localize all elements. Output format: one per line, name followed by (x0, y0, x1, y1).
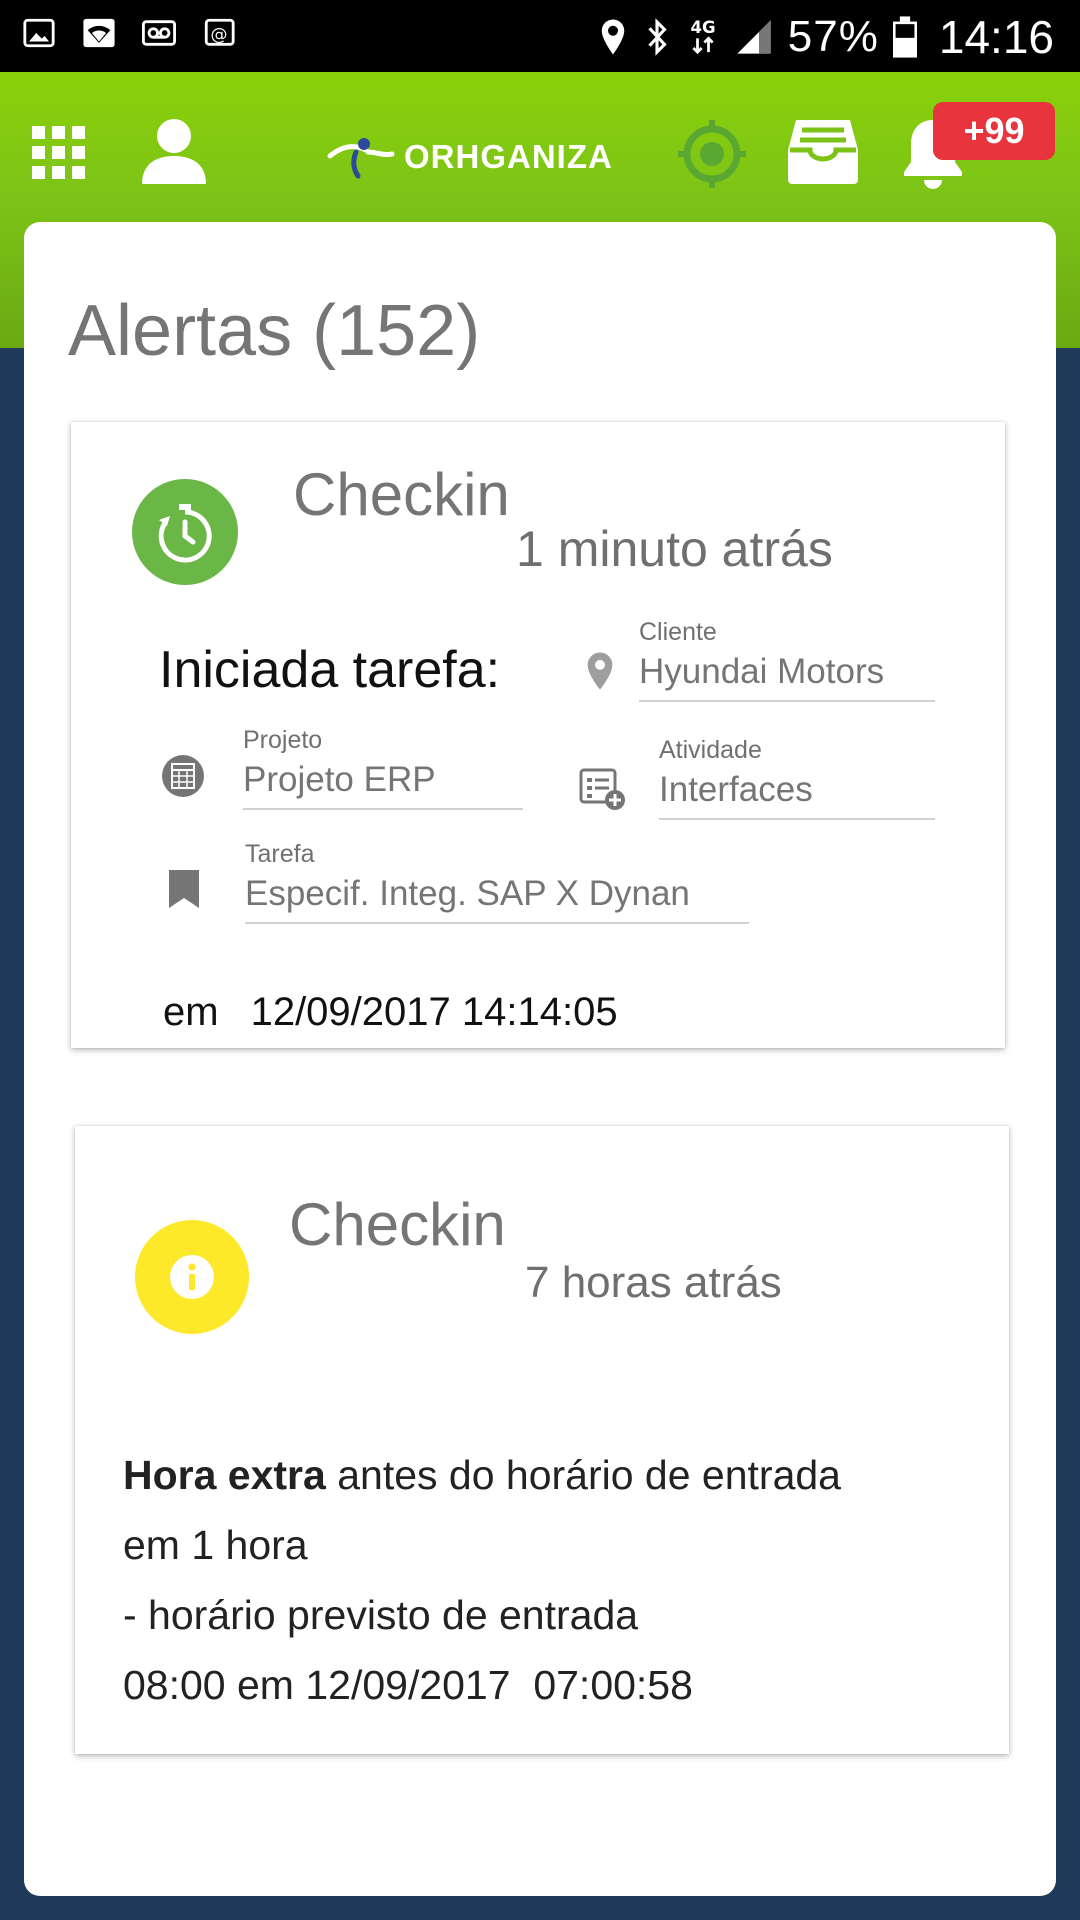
alert-card[interactable]: Checkin 1 minuto atrás Iniciada tarefa: … (71, 422, 1005, 1048)
atividade-label: Atividade (659, 736, 762, 764)
alert-message-line4: 08:00 em 12/09/2017 07:00:58 (123, 1662, 693, 1708)
alert-type: Checkin (289, 1191, 506, 1258)
tarefa-label: Tarefa (245, 840, 315, 868)
user-profile-icon[interactable] (140, 118, 208, 184)
em-label: em (163, 990, 219, 1034)
logo-mark-icon (327, 138, 395, 179)
alert-type: Checkin (293, 461, 510, 528)
alert-message-rest: antes do horário de entrada (325, 1452, 841, 1498)
svg-text:@: @ (211, 25, 228, 45)
network-4g-icon: 4G (690, 18, 715, 55)
info-icon (170, 1255, 214, 1299)
projeto-value: Projeto ERP (243, 760, 436, 799)
projeto-label: Projeto (243, 726, 323, 754)
alert-message-line: Hora extra antes do horário de entrada (123, 1440, 963, 1510)
alert-message-line3: - horário previsto de entrada (123, 1592, 639, 1638)
apps-grid-icon[interactable] (30, 124, 88, 182)
atividade-field: Atividade Interfaces (659, 736, 935, 820)
projeto-field: Projeto Projeto ERP (243, 726, 523, 810)
logo: ORHGANIZA (326, 134, 613, 180)
notification-badge[interactable]: +99 (933, 102, 1055, 160)
battery-icon (892, 16, 917, 58)
alert-message-bold: Hora extra (123, 1452, 326, 1498)
battery-percent: 57% (787, 12, 879, 61)
image-icon (23, 18, 55, 48)
wifi-icon (83, 18, 115, 48)
svg-text:4G: 4G (690, 18, 715, 37)
target-icon[interactable] (676, 118, 748, 190)
calculator-icon (162, 755, 204, 797)
logo-text: ORHGANIZA (404, 138, 613, 175)
alert-status-badge (135, 1220, 249, 1334)
alert-datetime-row: em 12/09/2017 14:14:05 (163, 990, 618, 1035)
alert-message-line2: em 1 hora (123, 1522, 308, 1568)
voicemail-icon (142, 20, 176, 46)
status-bar: @ 4G 57% 14:16 (0, 0, 1080, 72)
cast-icon: @ (204, 18, 235, 46)
tarefa-value: Especif. Integ. SAP X Dynan (245, 874, 690, 913)
signal-icon (737, 20, 771, 54)
location-pin-icon (587, 652, 613, 690)
alert-time-ago: 1 minuto atrás (516, 521, 833, 577)
stopwatch-icon (158, 504, 212, 563)
alert-datetime: 12/09/2017 14:14:05 (250, 990, 618, 1034)
page-title: Alertas (152) (68, 291, 481, 371)
alert-lead-text: Iniciada tarefa: (159, 641, 501, 699)
location-icon (601, 19, 625, 55)
tarefa-field: Tarefa Especif. Integ. SAP X Dynan (245, 840, 749, 924)
bookmark-icon (169, 870, 199, 908)
alerts-panel: Alertas (152) Checkin 1 minuto atrás Ini… (24, 222, 1056, 1896)
cliente-label: Cliente (639, 618, 717, 646)
alert-time-ago: 7 horas atrás (525, 1258, 782, 1307)
clock: 14:16 (938, 11, 1054, 63)
activity-list-add-icon (579, 768, 625, 810)
atividade-value: Interfaces (659, 770, 813, 809)
inbox-icon[interactable] (786, 116, 860, 186)
alert-card[interactable]: Checkin 7 horas atrás Hora extra antes d… (75, 1126, 1009, 1754)
cliente-value: Hyundai Motors (639, 652, 885, 691)
bluetooth-icon (648, 18, 667, 56)
cliente-field: Cliente Hyundai Motors (639, 618, 935, 702)
alert-message: Hora extra antes do horário de entrada e… (123, 1440, 963, 1720)
alert-status-badge (132, 479, 238, 585)
